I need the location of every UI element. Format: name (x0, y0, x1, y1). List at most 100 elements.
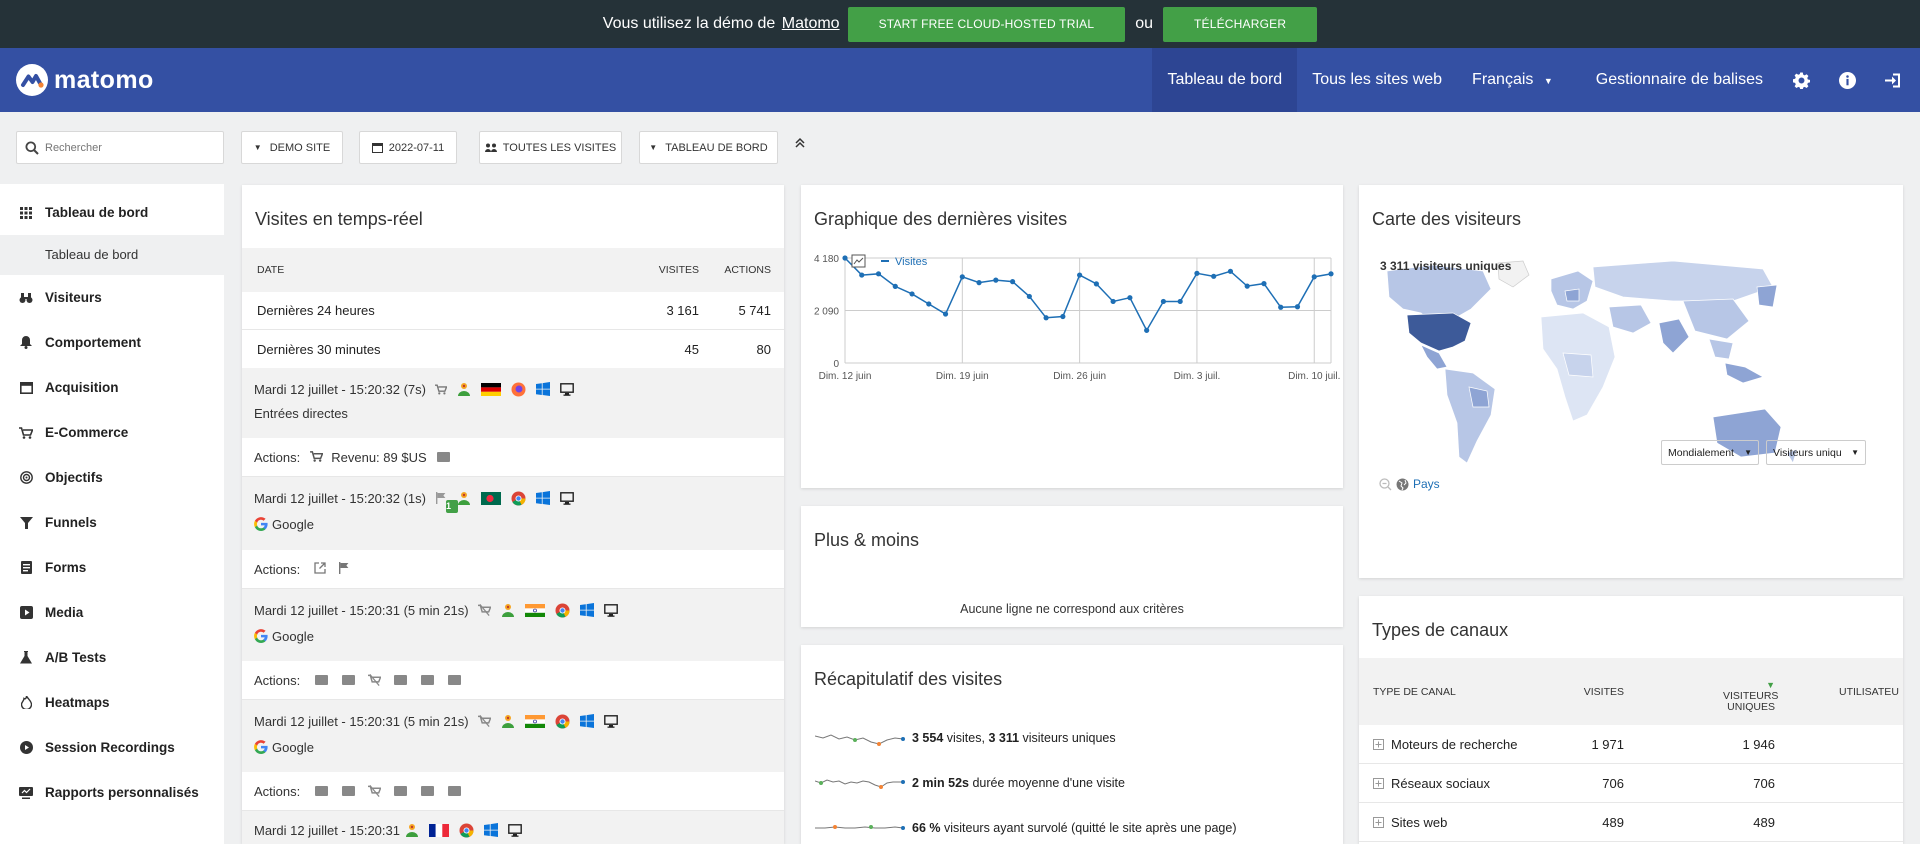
visit-actions: Actions: (242, 772, 784, 811)
binoculars-icon (18, 292, 34, 304)
sidebar-item-dashboard[interactable]: Tableau de bord (0, 190, 224, 235)
visitor-profile-icon[interactable] (405, 823, 419, 837)
column-visits[interactable]: VISITES (1584, 686, 1624, 698)
map-level-link[interactable]: Pays (1413, 477, 1440, 491)
sidebar-item-visitors[interactable]: Visiteurs (0, 275, 224, 320)
collapse-icon[interactable] (794, 137, 806, 152)
folder-icon[interactable] (394, 786, 408, 796)
cart-icon (434, 384, 447, 395)
expand-icon[interactable] (1373, 738, 1384, 750)
logout-icon[interactable] (1870, 48, 1916, 112)
date-selector[interactable]: 2022-07-11 (359, 131, 457, 164)
flag-icon[interactable] (338, 561, 350, 577)
folder-icon[interactable] (421, 675, 435, 685)
data-point (1160, 298, 1167, 305)
nav-language[interactable]: Français ▼ (1457, 48, 1581, 112)
sidebar-item-behaviour[interactable]: Comportement (0, 320, 224, 365)
map-scope-select[interactable]: Mondialement ▼ (1661, 440, 1759, 465)
matomo-logo[interactable]: matomo (16, 64, 154, 96)
column-unique-visitors-label: VISITEURS UNIQUES (1723, 690, 1779, 713)
actions-label: Actions: (254, 672, 301, 688)
start-trial-button[interactable]: START FREE CLOUD-HOSTED TRIAL (847, 6, 1126, 42)
external-link-icon[interactable] (314, 561, 326, 577)
dashboard-selector[interactable]: ▼ TABLEAU DE BORD (639, 131, 778, 164)
world-map[interactable] (1373, 257, 1893, 517)
column-users[interactable]: UTILISATEU (1839, 686, 1899, 698)
search-box[interactable] (16, 131, 224, 164)
recap-visits: 3 554 (912, 730, 944, 745)
widget-title: Graphique des dernières visites (814, 209, 1068, 229)
target-icon (18, 471, 34, 484)
folder-icon[interactable] (436, 452, 450, 462)
x-tick-label: Dim. 10 juil. (1288, 371, 1340, 382)
x-tick-label: Dim. 19 juin (936, 371, 989, 382)
nav-dashboard[interactable]: Tableau de bord (1152, 48, 1298, 112)
sidebar-item-session-recordings[interactable]: Session Recordings (0, 725, 224, 770)
search-input[interactable] (45, 141, 215, 154)
sidebar-item-goals[interactable]: Objectifs (0, 455, 224, 500)
folder-icon[interactable] (448, 786, 462, 796)
sidebar-item-custom-reports[interactable]: Rapports personnalisés (0, 770, 224, 815)
sparkline-duration[interactable] (815, 773, 905, 793)
column-unique-visitors[interactable]: ▼ VISITEURS UNIQUES (1723, 680, 1779, 713)
sidebar-item-label: Session Recordings (45, 740, 175, 755)
sidebar-item-heatmaps[interactable]: Heatmaps (0, 680, 224, 725)
sidebar-item-funnels[interactable]: Funnels (0, 500, 224, 545)
sidebar-item-forms[interactable]: Forms (0, 545, 224, 590)
visit-item[interactable]: Mardi 12 juillet - 15:20:32 (1s) 1 Googl… (242, 477, 784, 550)
zoom-out-icon[interactable] (1379, 477, 1392, 491)
folder-icon[interactable] (448, 675, 462, 685)
chart-type-icon[interactable] (851, 254, 866, 268)
folder-icon[interactable] (342, 675, 356, 685)
folder-icon[interactable] (394, 675, 408, 685)
expand-icon[interactable] (1373, 816, 1384, 828)
nav-tag-manager[interactable]: Gestionnaire de balises (1581, 48, 1778, 112)
matomo-link[interactable]: Matomo (782, 15, 840, 32)
settings-icon[interactable] (1778, 48, 1824, 112)
folder-icon[interactable] (342, 786, 356, 796)
visit-item[interactable]: Mardi 12 juillet - 15:20:31 (242, 811, 784, 844)
sidebar-subitem-dashboard[interactable]: Tableau de bord (0, 235, 224, 275)
table-row[interactable]: Réseaux sociaux 706 706 (1359, 764, 1903, 803)
site-selector[interactable]: ▼ DEMO SITE (241, 131, 343, 164)
table-row[interactable]: Sites web 489 489 (1359, 803, 1903, 842)
folder-icon[interactable] (421, 786, 435, 796)
sidebar-item-label: Comportement (45, 335, 142, 350)
cart-abandoned-icon[interactable] (368, 785, 382, 797)
visit-item[interactable]: Mardi 12 juillet - 15:20:32 (7s) Entrées… (242, 368, 784, 438)
legend-label[interactable]: Visites (895, 256, 928, 268)
visit-item[interactable]: Mardi 12 juillet - 15:20:31 (5 min 21s) … (242, 700, 784, 772)
table-row[interactable]: Moteurs de recherche 1 971 1 946 (1359, 725, 1903, 764)
download-button[interactable]: TÉLÉCHARGER (1163, 6, 1318, 42)
visitor-profile-icon[interactable] (501, 714, 515, 728)
folder-icon[interactable] (315, 675, 329, 685)
sidebar-item-ab-tests[interactable]: A/B Tests (0, 635, 224, 680)
visitor-profile-icon[interactable] (501, 603, 515, 617)
segment-selector[interactable]: TOUTES LES VISITES (479, 131, 622, 164)
folder-icon[interactable] (315, 786, 329, 796)
visits-line-chart[interactable]: 4 1802 0900 Dim. 12 juin Dim. 19 juin Dim.… (801, 248, 1343, 488)
sparkline-bounce[interactable] (815, 818, 905, 838)
visits-overview-widget: Récapitulatif des visites 3 554 visites,… (801, 645, 1343, 844)
nav-all-websites[interactable]: Tous les sites web (1297, 48, 1457, 112)
sparkline-visits[interactable] (815, 728, 905, 748)
map-metric-select[interactable]: Visiteurs uniqu ▼ (1766, 440, 1866, 465)
realtime-widget: Visites en temps-réel DATE VISITES ACTIO… (242, 185, 784, 844)
info-icon[interactable] (1824, 48, 1870, 112)
desktop-icon (560, 491, 574, 505)
record-icon (18, 741, 34, 754)
windows-icon (579, 603, 594, 617)
visit-item[interactable]: Mardi 12 juillet - 15:20:31 (5 min 21s) … (242, 589, 784, 661)
expand-icon[interactable] (1373, 777, 1384, 789)
visitor-profile-icon[interactable] (457, 382, 471, 396)
sidebar-item-acquisition[interactable]: Acquisition (0, 365, 224, 410)
media-icon (18, 606, 34, 619)
cart-abandoned-icon[interactable] (368, 674, 382, 686)
column-channel-type[interactable]: TYPE DE CANAL (1373, 686, 1456, 698)
main-header: matomo Tableau de bord Tous les sites we… (0, 48, 1920, 112)
sidebar-item-media[interactable]: Media (0, 590, 224, 635)
flag-icon: 1 (435, 492, 458, 513)
visitor-profile-icon[interactable] (457, 491, 471, 505)
desktop-icon (603, 714, 618, 728)
sidebar-item-ecommerce[interactable]: E-Commerce (0, 410, 224, 455)
